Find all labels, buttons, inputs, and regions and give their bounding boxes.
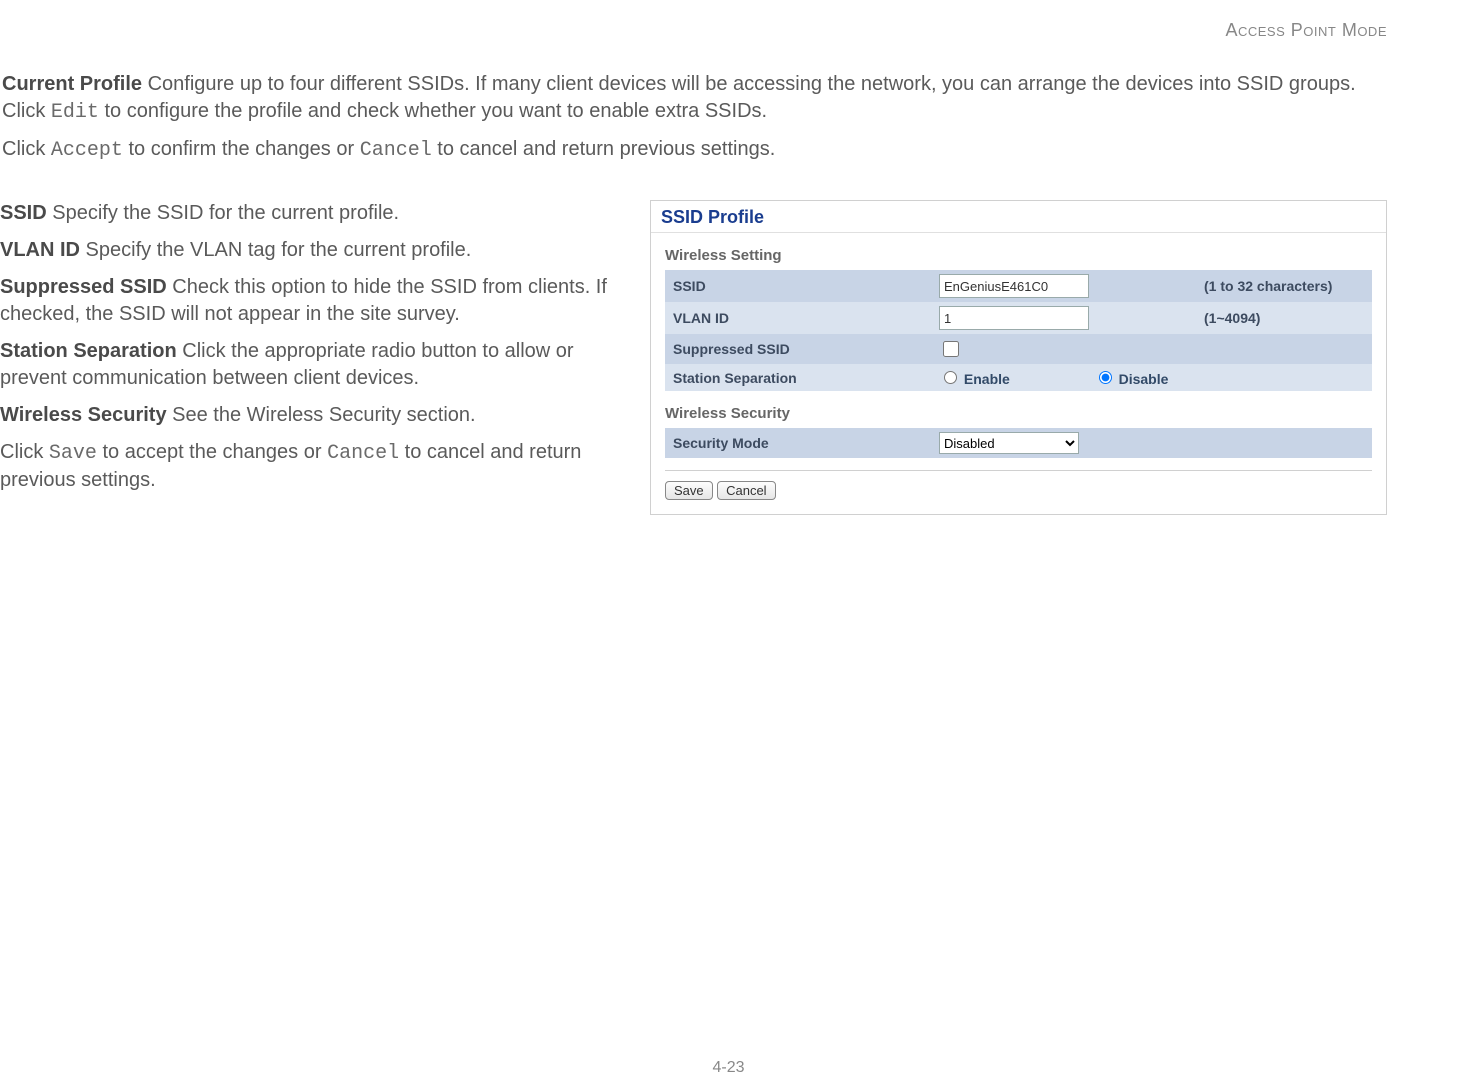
def-ssid-bold: SSID — [0, 202, 47, 224]
intro-text-2a: Click — [2, 138, 51, 160]
vlan-label: VLAN ID — [665, 302, 931, 334]
def-save-line: Click Save to accept the changes or Canc… — [0, 439, 620, 494]
disable-label: Disable — [1119, 371, 1169, 387]
def-suppressed: Suppressed SSID Check this option to hid… — [0, 274, 620, 328]
def-security-text: See the Wireless Security section. — [167, 404, 476, 426]
section-wireless-setting: Wireless Setting — [665, 247, 1372, 264]
def-suppressed-bold: Suppressed SSID — [0, 276, 167, 298]
intro-text-2c: to cancel and return previous settings. — [432, 138, 776, 160]
row-separation: Station Separation Enable Disable — [665, 364, 1372, 391]
security-table: Security Mode Disabled — [665, 428, 1372, 458]
cancel-command-2: Cancel — [327, 442, 399, 465]
ssid-label: SSID — [665, 270, 931, 302]
def-separation-bold: Station Separation — [0, 340, 177, 362]
enable-label: Enable — [964, 371, 1010, 387]
save-command: Save — [49, 442, 97, 465]
definitions-column: SSID Specify the SSID for the current pr… — [0, 200, 620, 515]
enable-radio[interactable] — [944, 371, 957, 384]
intro-paragraph-2: Click Accept to confirm the changes or C… — [0, 136, 1387, 164]
def-vlan: VLAN ID Specify the VLAN tag for the cur… — [0, 237, 620, 264]
row-ssid: SSID (1 to 32 characters) — [665, 270, 1372, 302]
current-profile-label: Current Profile — [2, 73, 142, 95]
accept-command: Accept — [51, 139, 123, 162]
suppressed-checkbox[interactable] — [943, 341, 959, 357]
def-save-b: to accept the changes or — [97, 441, 327, 463]
separator — [665, 470, 1372, 471]
page-header-section: Access Point Mode — [0, 20, 1387, 41]
def-separation: Station Separation Click the appropriate… — [0, 338, 620, 392]
ssid-hint: (1 to 32 characters) — [1196, 270, 1372, 302]
intro-paragraph-1: Current Profile Configure up to four dif… — [0, 71, 1387, 126]
vlan-input[interactable] — [939, 306, 1089, 330]
intro-text-2b: to confirm the changes or — [123, 138, 360, 160]
def-vlan-bold: VLAN ID — [0, 239, 80, 261]
section-wireless-security: Wireless Security — [665, 405, 1372, 422]
def-save-a: Click — [0, 441, 49, 463]
def-ssid-text: Specify the SSID for the current profile… — [47, 202, 399, 224]
suppressed-label: Suppressed SSID — [665, 334, 931, 364]
edit-command: Edit — [51, 101, 99, 124]
vlan-hint: (1~4094) — [1196, 302, 1372, 334]
ssid-profile-panel: SSID Profile Wireless Setting SSID (1 to… — [650, 200, 1387, 515]
save-button[interactable]: Save — [665, 481, 713, 500]
cancel-command: Cancel — [360, 139, 432, 162]
row-security-mode: Security Mode Disabled — [665, 428, 1372, 458]
wireless-settings-table: SSID (1 to 32 characters) VLAN ID (1~409… — [665, 270, 1372, 391]
ssid-input[interactable] — [939, 274, 1089, 298]
intro-text-1b: to configure the profile and check wheth… — [99, 100, 767, 122]
def-security-bold: Wireless Security — [0, 404, 167, 426]
def-ssid: SSID Specify the SSID for the current pr… — [0, 200, 620, 227]
row-vlan: VLAN ID (1~4094) — [665, 302, 1372, 334]
cancel-button[interactable]: Cancel — [717, 481, 775, 500]
security-mode-select[interactable]: Disabled — [939, 432, 1079, 454]
security-mode-label: Security Mode — [665, 428, 931, 458]
def-vlan-text: Specify the VLAN tag for the current pro… — [80, 239, 471, 261]
disable-option[interactable]: Disable — [1094, 371, 1169, 387]
panel-title: SSID Profile — [651, 201, 1386, 233]
enable-option[interactable]: Enable — [939, 371, 1010, 387]
def-security: Wireless Security See the Wireless Secur… — [0, 402, 620, 429]
disable-radio[interactable] — [1099, 371, 1112, 384]
separation-label: Station Separation — [665, 364, 931, 391]
row-suppressed: Suppressed SSID — [665, 334, 1372, 364]
page-number: 4-23 — [0, 1059, 1457, 1077]
